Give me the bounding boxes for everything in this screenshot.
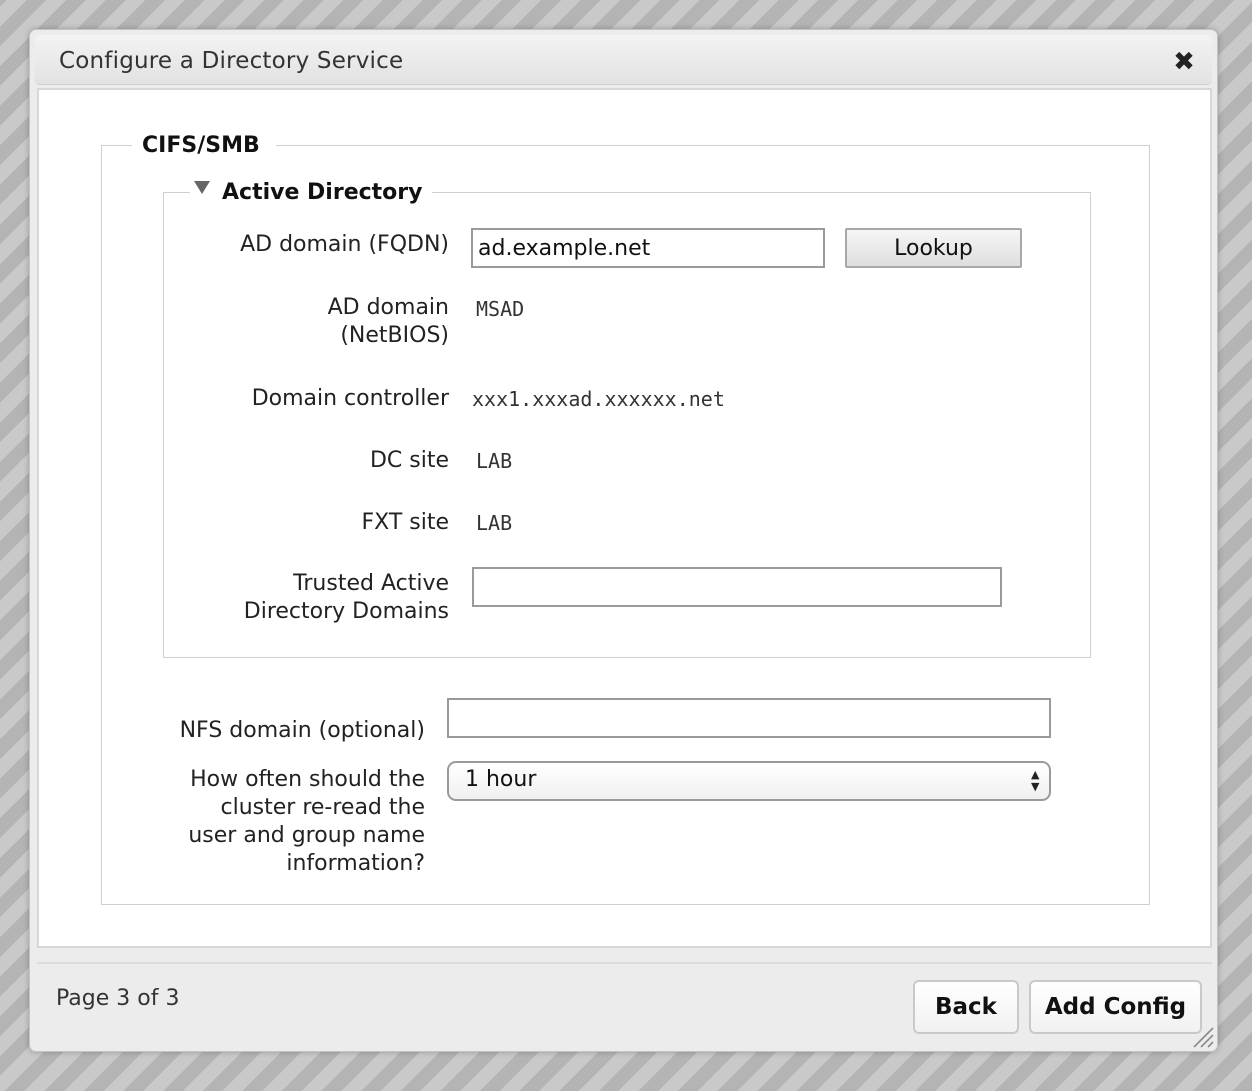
domain-controller-value: xxx1.xxxad.xxxxxx.net [472, 387, 725, 411]
fxt-site-value: LAB [476, 511, 513, 535]
lookup-button[interactable]: Lookup [845, 228, 1022, 268]
dialog-titlebar[interactable]: Configure a Directory Service ✖ [35, 35, 1212, 85]
refresh-interval-label: How often should the cluster re-read the… [122, 766, 425, 878]
dialog-content: CIFS/SMB Active Directory AD domain (FQD… [37, 88, 1212, 948]
refresh-label-line2: cluster re-read the [220, 795, 426, 820]
nfs-domain-label: NFS domain (optional) [179, 718, 425, 743]
directory-service-dialog: Configure a Directory Service ✖ CIFS/SMB… [29, 29, 1218, 1052]
ad-domain-fqdn-label: AD domain (FQDN) [240, 232, 449, 257]
back-button[interactable]: Back [913, 980, 1019, 1034]
close-icon[interactable]: ✖ [1171, 49, 1197, 75]
cifs-smb-legend: CIFS/SMB [132, 132, 276, 160]
page-indicator: Page 3 of 3 [56, 986, 180, 1011]
refresh-label-line1: How often should the [190, 767, 425, 792]
trusted-domains-label: Trusted Active Directory Domains [184, 570, 449, 626]
domain-controller-label: Domain controller [251, 386, 449, 411]
refresh-interval-selected: 1 hour [465, 767, 537, 792]
active-directory-fieldset: Active Directory AD domain (FQDN) Lookup… [163, 179, 1091, 658]
dc-site-value: LAB [476, 449, 513, 473]
refresh-interval-select[interactable]: 1 hour ▲ ▼ [447, 761, 1051, 801]
trusted-domains-label-line1: Trusted Active [293, 571, 449, 596]
ad-domain-netbios-value: MSAD [476, 297, 525, 321]
trusted-domains-label-line2: Directory Domains [243, 599, 449, 624]
dialog-title: Configure a Directory Service [59, 48, 404, 74]
active-directory-legend[interactable]: Active Directory [190, 179, 433, 207]
footer-divider [37, 962, 1212, 964]
refresh-label-line4: information? [286, 851, 425, 876]
nfs-domain-input[interactable] [447, 698, 1051, 738]
ad-domain-netbios-label: AD domain (NetBIOS) [184, 294, 449, 350]
active-directory-legend-text: Active Directory [222, 180, 423, 205]
refresh-label-line3: user and group name [188, 823, 425, 848]
dc-site-label: DC site [369, 448, 449, 473]
add-config-button[interactable]: Add Config [1029, 980, 1202, 1034]
resize-handle-icon[interactable] [1190, 1026, 1214, 1048]
fxt-site-label: FXT site [361, 510, 449, 535]
collapse-triangle-icon[interactable] [194, 181, 210, 194]
ad-domain-netbios-label-line2: (NetBIOS) [340, 323, 449, 348]
ad-domain-netbios-label-line1: AD domain [327, 295, 449, 320]
trusted-domains-input[interactable] [472, 567, 1002, 607]
select-arrows-icon: ▲ ▼ [1031, 768, 1040, 793]
cifs-smb-fieldset: CIFS/SMB Active Directory AD domain (FQD… [101, 132, 1150, 905]
ad-domain-fqdn-input[interactable] [471, 228, 825, 268]
